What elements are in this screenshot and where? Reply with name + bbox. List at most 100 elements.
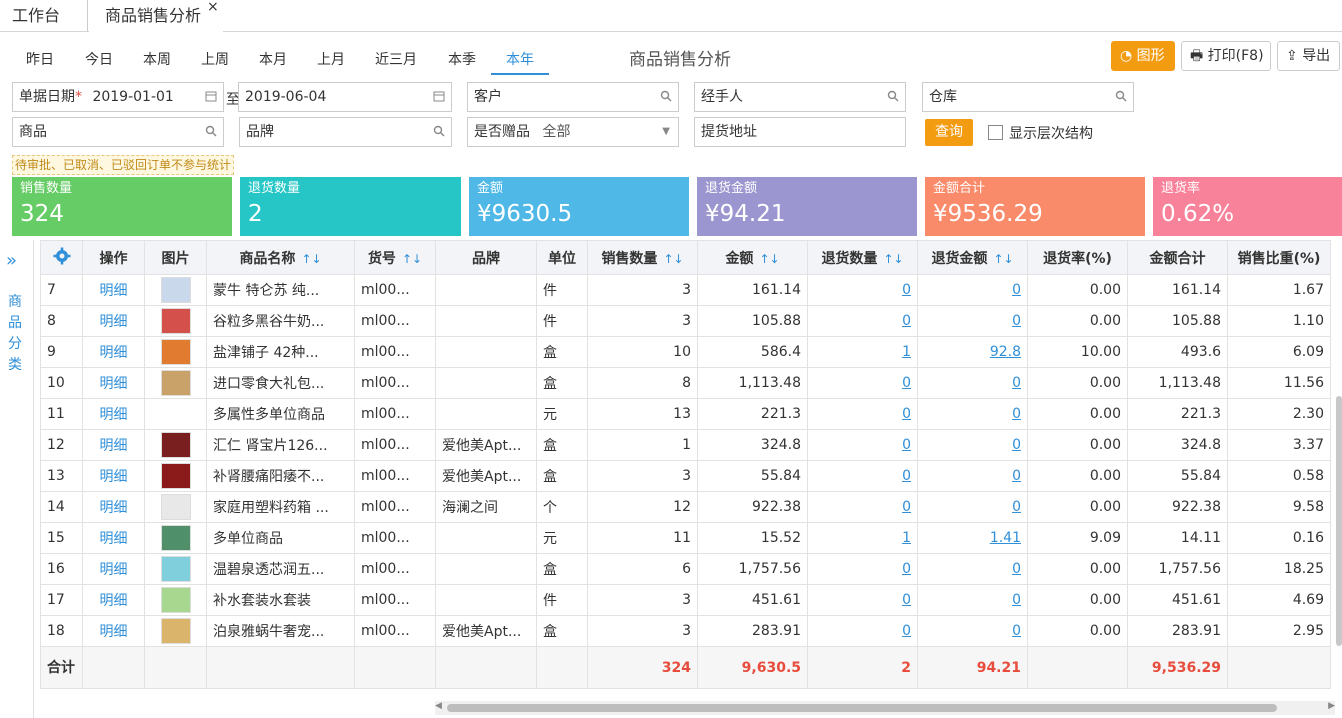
return-amount-link[interactable]: 0 [1012,282,1021,298]
return-qty[interactable]: 0 [807,553,918,585]
sort-icon[interactable]: ↑↓ [759,252,779,266]
search-icon[interactable] [433,125,445,137]
detail-link[interactable]: 明细 [82,615,145,647]
return-qty[interactable]: 0 [807,584,918,616]
table-row[interactable]: 17 明细 补水套装水套装 ml00... 件 3 451.61 0 0 0.00 451.61 4.… [40,584,1331,616]
return-amount-link[interactable]: 0 [1012,406,1021,422]
detail-link[interactable]: 明细 [82,429,145,461]
horizontal-scrollbar[interactable]: ◀ ▶ [435,701,1335,715]
col-return-qty[interactable]: 退货数量 ↑↓ [807,240,918,275]
period-yesterday[interactable]: 昨日 [18,49,62,75]
detail-link[interactable]: 明细 [82,491,145,523]
return-qty[interactable]: 0 [807,367,918,399]
warehouse-field[interactable]: 仓库 [922,82,1134,112]
print-button[interactable]: 🖶 打印(F8) [1181,41,1271,71]
table-row[interactable]: 14 明细 家庭用塑料药箱 ... ml00... 海澜之间个 12 922.38 0 0 0.0… [40,491,1331,523]
table-row[interactable]: 15 明细 多单位商品 ml00... 元 11 15.52 1 1.41 9.09 14.11 0.… [40,522,1331,554]
return-amount-link[interactable]: 0 [1012,468,1021,484]
tab-sales-analysis[interactable]: 商品销售分析 [89,0,223,32]
col-sku[interactable]: 货号 ↑↓ [354,240,436,275]
return-amount[interactable]: 0 [917,584,1028,616]
return-qty-link[interactable]: 0 [902,313,911,329]
return-amount-link[interactable]: 0 [1012,437,1021,453]
sort-icon[interactable]: ↑↓ [883,252,903,266]
return-amount-link[interactable]: 0 [1012,623,1021,639]
return-amount[interactable]: 0 [917,429,1028,461]
table-row[interactable]: 9 明细 盐津铺子 42种... ml00... 盒 10 586.4 1 92.8 10.00 4… [40,336,1331,368]
return-qty-link[interactable]: 0 [902,406,911,422]
return-amount[interactable]: 0 [917,615,1028,647]
tab-workbench[interactable]: 工作台 [0,0,88,32]
return-qty-link[interactable]: 0 [902,375,911,391]
return-qty[interactable]: 1 [807,336,918,368]
calendar-icon[interactable] [205,90,217,102]
sort-icon[interactable]: ↑↓ [402,252,422,266]
period-this-week[interactable]: 本周 [135,49,179,75]
return-amount[interactable]: 92.8 [917,336,1028,368]
close-icon[interactable]: × [207,0,219,14]
return-qty[interactable]: 0 [807,615,918,647]
period-last-3-months[interactable]: 近三月 [367,49,425,75]
detail-link[interactable]: 明细 [82,522,145,554]
return-amount-link[interactable]: 0 [1012,592,1021,608]
search-icon[interactable] [205,125,217,137]
period-this-month[interactable]: 本月 [251,49,295,75]
return-qty-link[interactable]: 0 [902,623,911,639]
scroll-right-icon[interactable]: ▶ [1328,701,1335,711]
detail-link[interactable]: 明细 [82,553,145,585]
return-qty-link[interactable]: 0 [902,282,911,298]
return-qty-link[interactable]: 0 [902,592,911,608]
vertical-scrollbar[interactable] [1336,396,1342,646]
brand-field[interactable]: 品牌 [239,117,452,147]
detail-link[interactable]: 明细 [82,274,145,306]
table-row[interactable]: 11 明细 多属性多单位商品 ml00... 元 13 221.3 0 0 0.00 221.3 2.… [40,398,1331,430]
return-amount[interactable]: 1.41 [917,522,1028,554]
return-qty-link[interactable]: 1 [902,344,911,360]
return-qty-link[interactable]: 0 [902,437,911,453]
return-amount[interactable]: 0 [917,491,1028,523]
return-amount-link[interactable]: 0 [1012,375,1021,391]
table-row[interactable]: 18 明细 泊泉雅蜗牛奢宠... ml00... 爱他美Apt... 盒 3 283.91 0 0… [40,615,1331,647]
return-qty-link[interactable]: 1 [902,530,911,546]
return-qty[interactable]: 0 [807,398,918,430]
detail-link[interactable]: 明细 [82,367,145,399]
return-qty-link[interactable]: 0 [902,468,911,484]
sort-icon[interactable]: ↑↓ [301,252,321,266]
table-row[interactable]: 16 明细 温碧泉透芯润五... ml00... 盒 6 1,757.56 0 0 0.00 1,7… [40,553,1331,585]
calendar-icon[interactable] [433,90,445,102]
return-amount-link[interactable]: 0 [1012,313,1021,329]
address-field[interactable]: 提货地址 [694,117,906,147]
table-row[interactable]: 13 明细 补肾腰痛阳痿不... ml00... 爱他美Apt... 盒 3 55.84 0 0 0… [40,460,1331,492]
table-row[interactable]: 12 明细 汇仁 肾宝片126... ml00... 爱他美Apt... 盒 1 324.8 0… [40,429,1331,461]
detail-link[interactable]: 明细 [82,398,145,430]
gear-icon[interactable] [53,247,71,265]
return-amount[interactable]: 0 [917,305,1028,337]
customer-field[interactable]: 客户 [467,82,679,112]
period-this-year[interactable]: 本年 [491,49,549,75]
period-this-quarter[interactable]: 本季 [440,49,484,75]
return-amount[interactable]: 0 [917,367,1028,399]
query-button[interactable]: 查询 [925,119,973,146]
col-sales-qty[interactable]: 销售数量 ↑↓ [587,240,698,275]
return-amount-link[interactable]: 1.41 [990,530,1021,546]
scroll-left-icon[interactable]: ◀ [435,701,442,711]
search-icon[interactable] [887,90,899,102]
period-last-month[interactable]: 上月 [309,49,353,75]
table-row[interactable]: 10 明细 进口零食大礼包... ml00... 盒 8 1,113.48 0 0 0.00 1,1… [40,367,1331,399]
period-last-week[interactable]: 上周 [193,49,237,75]
scrollbar-thumb[interactable] [447,704,1277,712]
return-qty[interactable]: 0 [807,274,918,306]
col-return-amount[interactable]: 退货金额 ↑↓ [917,240,1028,275]
return-amount-link[interactable]: 0 [1012,561,1021,577]
product-field[interactable]: 商品 [12,117,224,147]
col-amount[interactable]: 金额 ↑↓ [697,240,808,275]
return-amount-link[interactable]: 92.8 [990,344,1021,360]
return-qty[interactable]: 0 [807,429,918,461]
return-qty[interactable]: 1 [807,522,918,554]
show-hierarchy-checkbox[interactable] [988,125,1003,140]
date-to-field[interactable]: 2019-06-04 [238,82,452,112]
return-qty[interactable]: 0 [807,460,918,492]
export-button[interactable]: ⇪ 导出 [1277,41,1340,71]
period-today[interactable]: 今日 [77,49,121,75]
return-qty[interactable]: 0 [807,305,918,337]
